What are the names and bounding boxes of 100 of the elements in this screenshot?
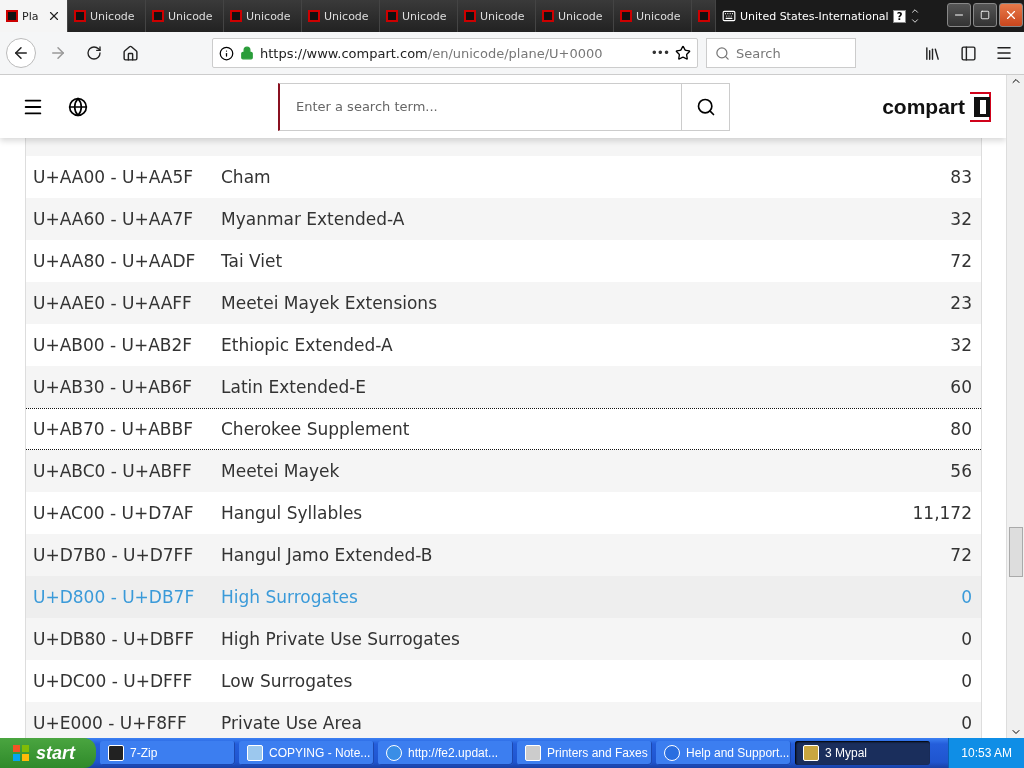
block-name-cell-text: Latin Extended-E	[221, 377, 368, 397]
range-cell-text: U+AAE0 - U+AAFF	[32, 293, 193, 313]
back-button[interactable]	[6, 38, 36, 68]
block-name-cell-text: High Private Use Surrogates	[221, 629, 461, 649]
scrollbar[interactable]	[1006, 75, 1024, 738]
close-icon[interactable]	[47, 9, 61, 23]
browser-tab[interactable]: Unicode	[536, 0, 614, 32]
count-cell-text: 56	[950, 461, 973, 481]
star-icon[interactable]	[675, 45, 691, 61]
count-cell-text: 0	[961, 629, 973, 649]
block-name-cell-text: Cham	[221, 167, 272, 187]
search-icon	[695, 96, 716, 117]
browser-tab[interactable]: Unicode	[380, 0, 458, 32]
count-cell-text: 11,172	[912, 503, 973, 523]
block-name-cell-text: Cherokee Supplement	[221, 419, 411, 439]
site-icon	[6, 10, 18, 22]
block-name-cell-text: Meetei Mayek Extensions	[221, 293, 438, 313]
windows-logo-icon	[12, 744, 30, 762]
info-icon[interactable]	[219, 45, 234, 61]
count-cell-text: 32	[950, 335, 973, 355]
taskbar-button[interactable]: COPYING - Note...	[239, 741, 374, 765]
browser-tab[interactable]: Unicode	[146, 0, 224, 32]
block-name-cell-text: High Surrogates	[221, 587, 359, 607]
block-name-cell-text: Hangul Jamo Extended-B	[221, 545, 434, 565]
keyboard-icon[interactable]	[722, 9, 736, 23]
range-cell-text: U+AA80 - U+AADF	[32, 251, 197, 271]
range-cell-text: U+AB30 - U+AB6F	[32, 377, 194, 397]
taskbar-button[interactable]: Help and Support...	[656, 741, 791, 765]
count-cell-text: 60	[950, 377, 973, 397]
site-icon	[230, 10, 242, 22]
range-cell-text: U+AB00 - U+AB2F	[32, 335, 194, 355]
block-name-cell-text: Myanmar Extended-A	[221, 209, 406, 229]
globe-icon[interactable]	[68, 96, 88, 117]
help-button[interactable]: ?	[892, 9, 907, 23]
table-row[interactable]: U+ABC0 - U+ABFF Meetei Mayek 56	[26, 450, 981, 492]
more-actions-button[interactable]: •••	[650, 46, 669, 60]
count-cell-text: 72	[950, 251, 973, 271]
app-icon	[108, 745, 124, 761]
range-cell-text: U+ABC0 - U+ABFF	[32, 461, 193, 481]
app-icon	[664, 745, 680, 761]
address-bar[interactable]: https://www.compart.com/en/unicode/plane/U+0000 •••	[212, 38, 698, 68]
taskbar-button[interactable]: Printers and Faxes	[517, 741, 652, 765]
language-label[interactable]: United States-International	[740, 9, 889, 23]
start-button[interactable]: start	[0, 738, 96, 768]
restore-button[interactable]	[973, 3, 997, 27]
count-cell-text: 72	[950, 545, 973, 565]
search-button[interactable]	[682, 82, 730, 131]
app-icon	[386, 745, 402, 761]
taskbar-button[interactable]: 3 Mypal	[795, 741, 930, 765]
range-cell-text: U+AB70 - U+ABBF	[32, 419, 194, 439]
browser-tab[interactable]: Pla	[0, 0, 68, 32]
browser-tab[interactable]	[692, 0, 716, 32]
browser-tab[interactable]: Unicode	[302, 0, 380, 32]
url-text[interactable]: https://www.compart.com/en/unicode/plane/U+0000	[260, 45, 645, 61]
count-cell-text: 0	[961, 587, 973, 607]
logo[interactable]: compart	[882, 90, 994, 123]
range-cell-text: U+D800 - U+DB7F	[32, 587, 196, 607]
table-row[interactable]: U+AB30 - U+AB6F Latin Extended-E 60	[26, 366, 981, 408]
site-icon	[698, 10, 710, 22]
site-icon	[542, 10, 554, 22]
count-cell-text: 23	[950, 293, 973, 313]
browser-tab[interactable]: Unicode	[224, 0, 302, 32]
browser-tab[interactable]: Unicode	[68, 0, 146, 32]
table-row[interactable]: U+E000 - U+F8FF Private Use Area 0	[26, 702, 981, 738]
app-icon	[803, 745, 819, 761]
range-cell-text: U+DB80 - U+DBFF	[32, 629, 195, 649]
table-row[interactable]: U+D7B0 - U+D7FF Hangul Jamo Extended-B 72	[26, 534, 981, 576]
restore-icon	[980, 10, 990, 20]
table-row[interactable]: U+AA60 - U+AA7F Myanmar Extended-A 32	[26, 198, 981, 240]
taskbar-button[interactable]: 7-Zip	[100, 741, 235, 765]
site-search-field[interactable]: Enter a search term...	[278, 82, 682, 131]
browser-tab[interactable]: Unicode	[458, 0, 536, 32]
app-icon	[525, 745, 541, 761]
table-row[interactable]: U+AB70 - U+ABBF Cherokee Supplement 80	[26, 408, 981, 450]
block-name-cell-text: Ethiopic Extended-A	[221, 335, 394, 355]
taskbar-button[interactable]: http://fe2.updat...	[378, 741, 513, 765]
block-name-cell-text: Meetei Mayek	[221, 461, 341, 481]
site-icon	[74, 10, 86, 22]
site-icon	[386, 10, 398, 22]
block-name-cell-text: Low Surrogates	[221, 671, 354, 691]
minimize-button[interactable]	[947, 3, 971, 27]
scroll-thumb[interactable]	[1008, 527, 1023, 577]
clock: 10:53 AM	[961, 746, 1012, 760]
range-cell-text: U+AC00 - U+D7AF	[32, 503, 195, 523]
table-row[interactable]: U+AAE0 - U+AAFF Meetei Mayek Extensions 23	[26, 282, 981, 324]
count-cell-text: 0	[961, 713, 973, 733]
site-icon	[464, 10, 476, 22]
range-cell-text: U+AA60 - U+AA7F	[32, 209, 194, 229]
close-icon	[1004, 8, 1018, 22]
block-name-cell-text: Tai Viet	[221, 251, 284, 271]
close-button[interactable]	[999, 3, 1023, 27]
forward-arrow-icon	[49, 44, 67, 62]
reload-icon	[86, 45, 102, 61]
lock-icon	[240, 46, 254, 60]
table-row[interactable]: U+DB80 - U+DBFF High Private Use Surrogates 0	[26, 618, 981, 660]
block-name-cell-text: Hangul Syllables	[221, 503, 364, 523]
browser-tab[interactable]: Unicode	[614, 0, 692, 32]
range-cell-text: U+DC00 - U+DFFF	[32, 671, 194, 691]
count-cell-text: 32	[950, 209, 973, 229]
search-field[interactable]: Search	[706, 38, 856, 68]
